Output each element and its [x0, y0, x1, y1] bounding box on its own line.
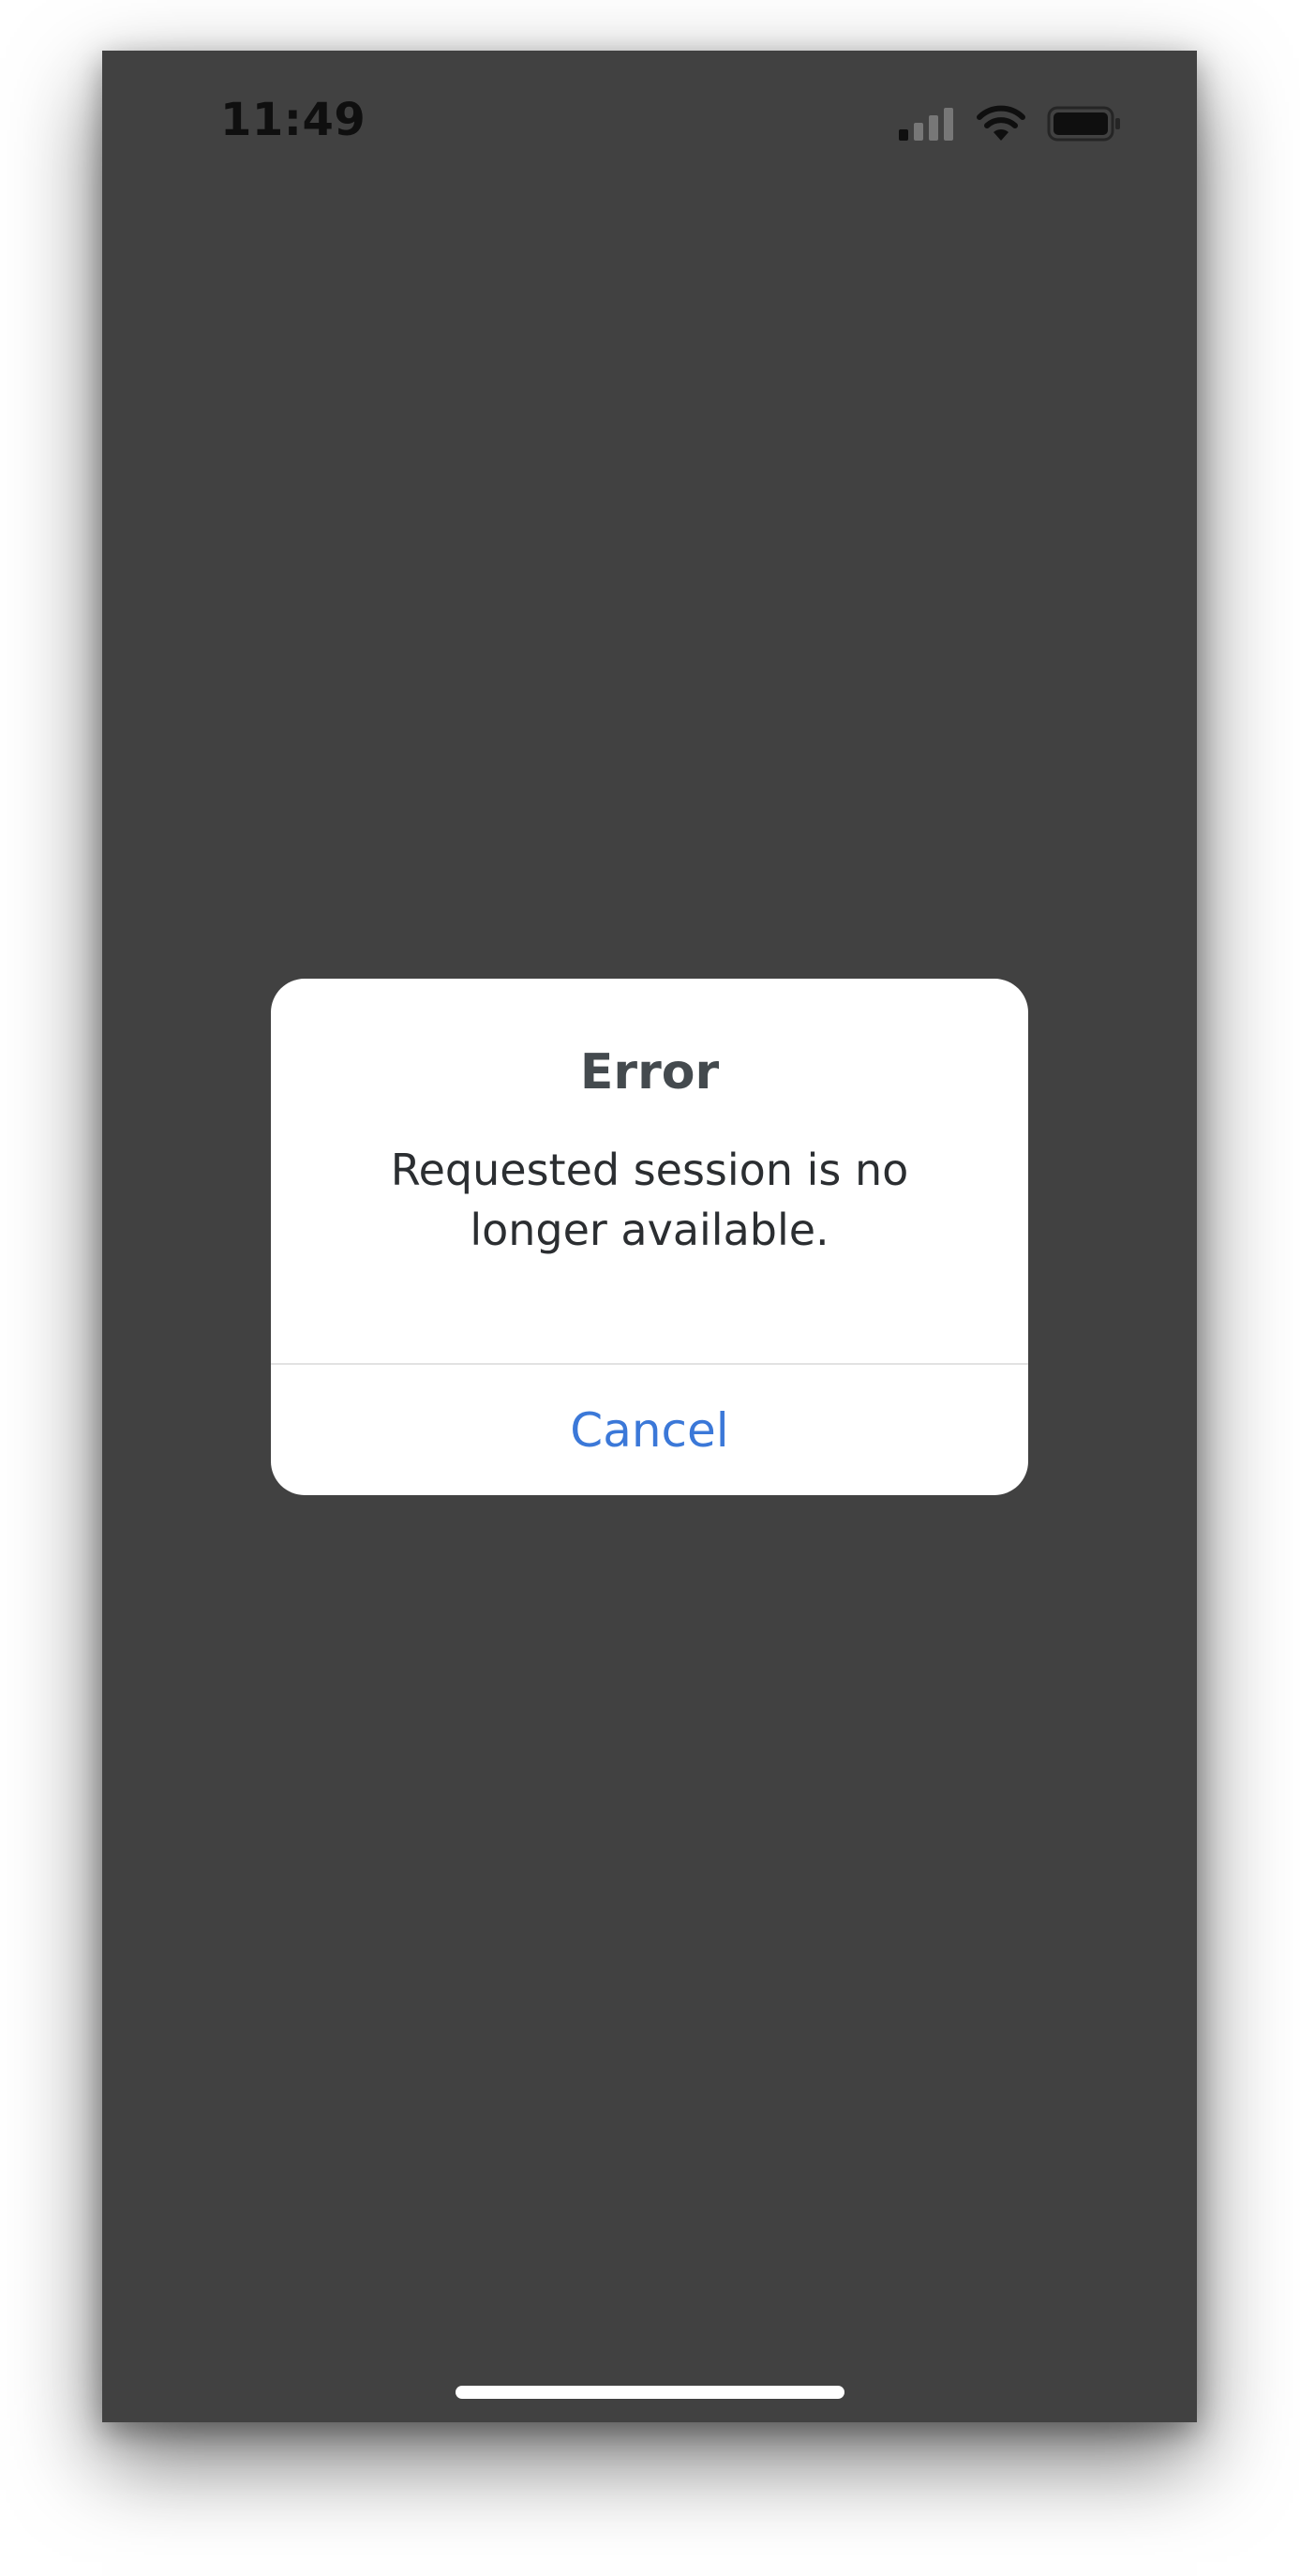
wifi-icon [976, 105, 1026, 142]
home-indicator[interactable] [456, 2386, 844, 2399]
battery-icon [1047, 106, 1122, 142]
error-alert-dialog: Error Requested session is no longer ava… [271, 979, 1028, 1495]
status-time: 11:49 [220, 94, 366, 146]
status-icons [897, 105, 1122, 142]
alert-body: Error Requested session is no longer ava… [271, 979, 1028, 1363]
cancel-button[interactable]: Cancel [271, 1365, 1028, 1495]
phone-screen: 11:49 Error Requested session is no long… [102, 51, 1197, 2422]
alert-message: Requested session is no longer available… [390, 1145, 909, 1255]
alert-title: Error [579, 1044, 720, 1101]
cellular-signal-icon [897, 107, 955, 141]
status-bar: 11:49 [102, 51, 1197, 191]
